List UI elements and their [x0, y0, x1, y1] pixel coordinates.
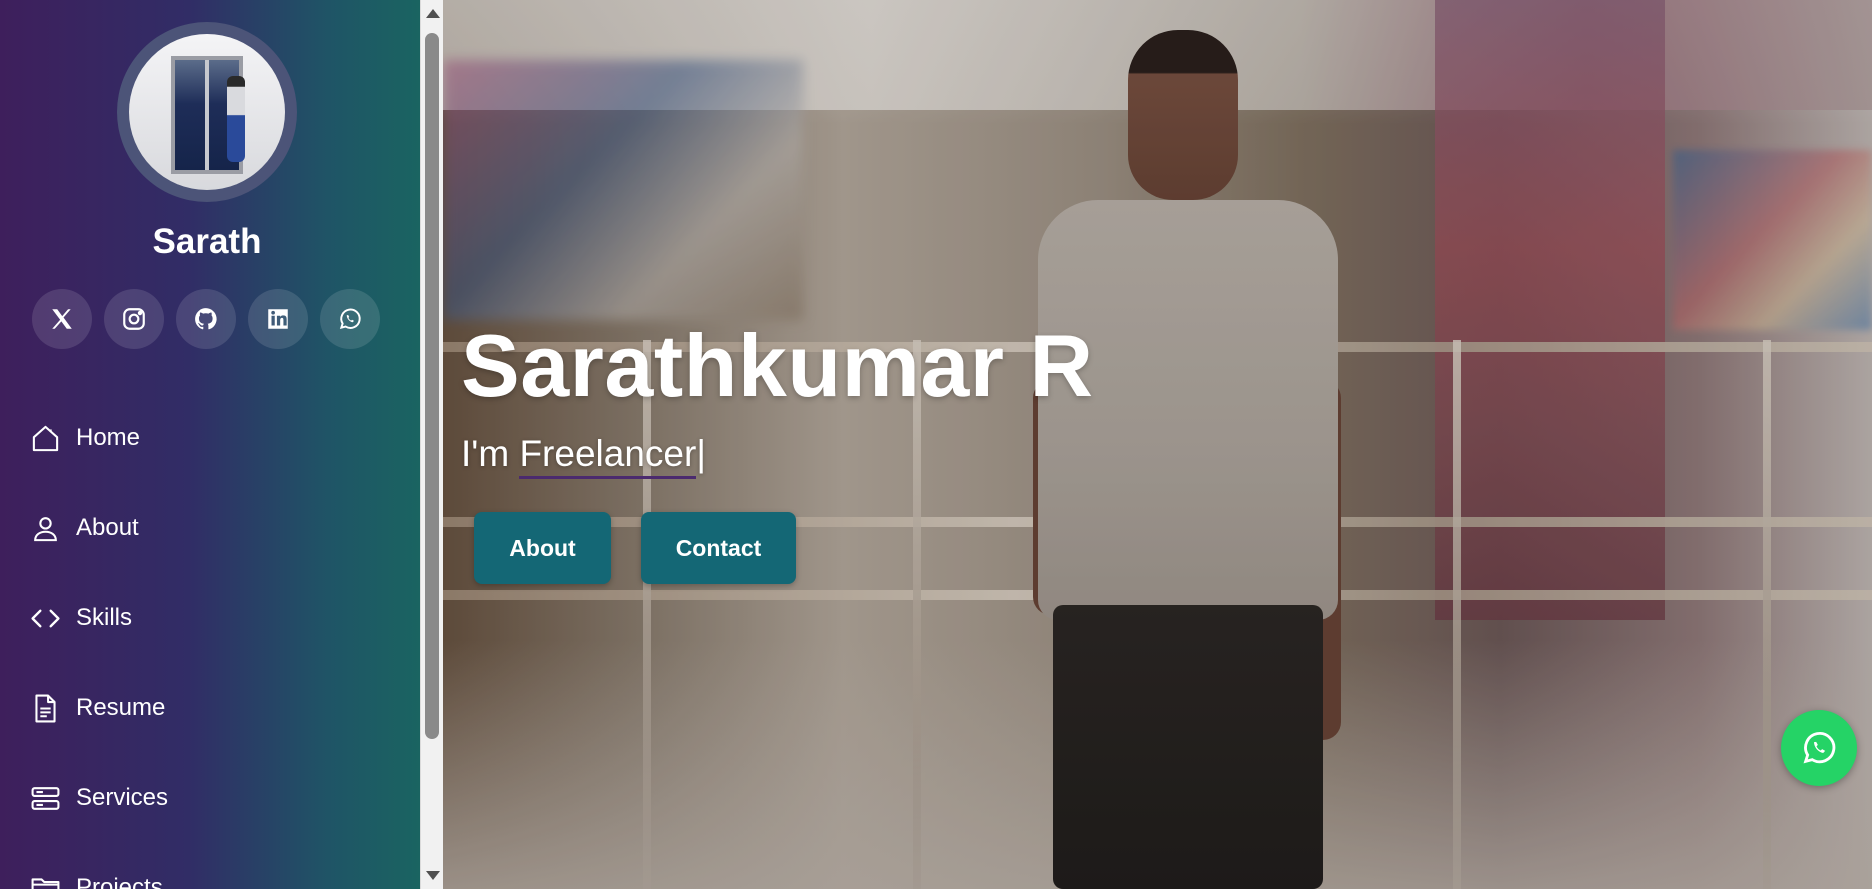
whatsapp-float-button[interactable]	[1781, 710, 1857, 786]
nav-label-resume: Resume	[76, 694, 166, 721]
folder-icon	[31, 877, 60, 889]
hero-section: Sarathkumar R I'm Freelancer| About Cont…	[443, 0, 1872, 889]
code-icon	[31, 609, 60, 627]
linkedin-link[interactable]	[248, 289, 308, 349]
nav-item-projects[interactable]: Projects	[30, 843, 168, 889]
sidebar: Sarath Home About Skills Resume Services…	[0, 0, 420, 889]
nav-label-about: About	[76, 514, 139, 541]
profile-avatar-ring	[117, 22, 297, 202]
typed-caret: |	[696, 433, 706, 474]
nav-label-skills: Skills	[76, 604, 133, 631]
hero-buttons: About Contact	[474, 512, 796, 584]
github-icon	[195, 308, 217, 330]
server-icon	[31, 786, 60, 810]
contact-button[interactable]: Contact	[641, 512, 796, 584]
nav-item-services[interactable]: Services	[30, 753, 168, 843]
whatsapp-link[interactable]	[320, 289, 380, 349]
hero-title: Sarathkumar R	[461, 316, 1094, 415]
whatsapp-icon	[339, 308, 361, 330]
nav-item-skills[interactable]: Skills	[30, 573, 168, 663]
instagram-link[interactable]	[104, 289, 164, 349]
typed-role: Freelancer	[519, 433, 697, 479]
instagram-icon	[123, 308, 145, 330]
x-twitter-icon	[52, 309, 72, 329]
nav-label-projects: Projects	[76, 874, 163, 889]
nav-item-home[interactable]: Home	[30, 393, 168, 483]
sidebar-nav: Home About Skills Resume Services Projec…	[30, 393, 168, 889]
about-button[interactable]: About	[474, 512, 611, 584]
whatsapp-icon	[1803, 732, 1836, 764]
profile-name: Sarath	[152, 222, 262, 261]
nav-label-services: Services	[76, 784, 169, 811]
nav-label-home: Home	[76, 424, 141, 451]
profile-avatar	[129, 34, 285, 190]
home-icon	[32, 425, 59, 451]
hero-typed-text: I'm Freelancer|	[461, 433, 706, 479]
social-links	[32, 289, 380, 349]
nav-item-resume[interactable]: Resume	[30, 663, 168, 753]
github-link[interactable]	[176, 289, 236, 349]
scroll-down-arrow-icon[interactable]	[426, 871, 440, 880]
scroll-thumb[interactable]	[425, 33, 439, 739]
nav-item-about[interactable]: About	[30, 483, 168, 573]
person-icon	[34, 516, 57, 541]
typed-prefix: I'm	[461, 433, 520, 474]
x-twitter-link[interactable]	[32, 289, 92, 349]
sidebar-scrollbar[interactable]	[420, 0, 443, 889]
document-icon	[35, 694, 56, 722]
linkedin-icon	[268, 309, 288, 329]
scroll-up-arrow-icon[interactable]	[426, 9, 440, 18]
